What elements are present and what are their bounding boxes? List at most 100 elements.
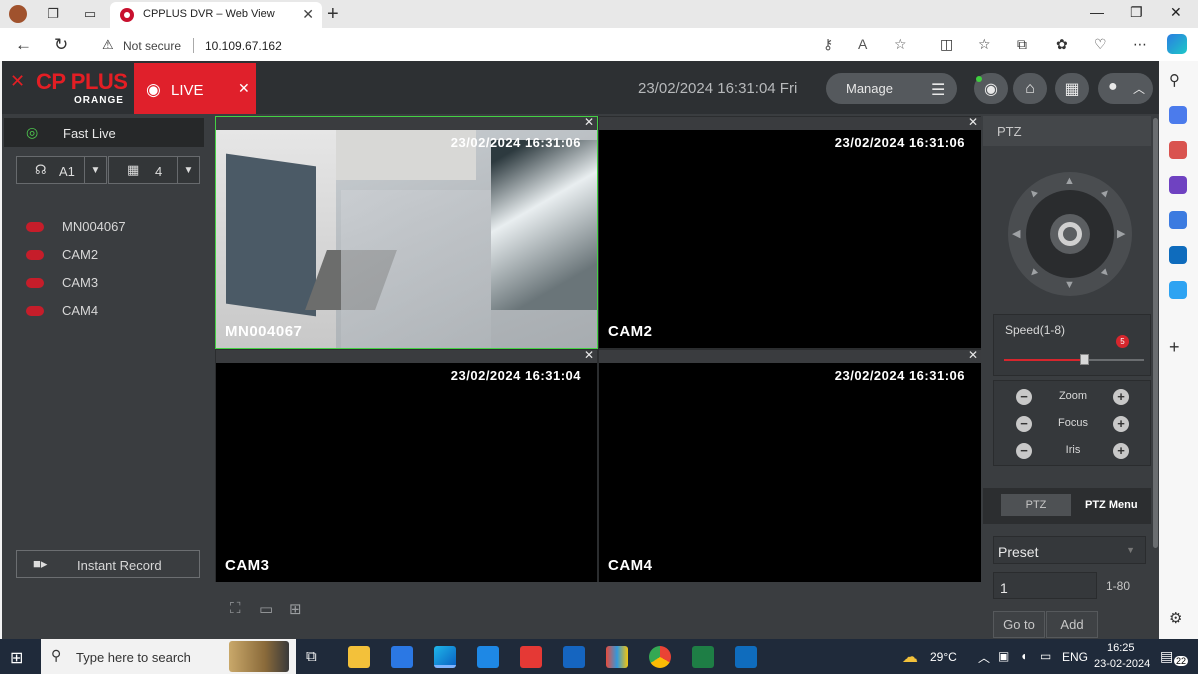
video-cell[interactable]: ✕ 23/02/2024 16:31:06 CAM4 — [599, 348, 981, 582]
weather-temperature[interactable]: 29°C — [930, 650, 957, 664]
fast-live-header[interactable]: ◎ Fast Live — [4, 118, 204, 147]
user-menu-button[interactable]: ● ︿ — [1098, 73, 1153, 104]
video-cell[interactable]: ✕ 23/02/2024 16:31:06 CAM2 — [599, 115, 981, 348]
manage-button[interactable]: Manage ☰ — [826, 73, 957, 104]
back-arrow-icon[interactable]: ← — [15, 35, 32, 55]
outlook-taskbar-icon[interactable] — [735, 646, 757, 668]
network-icon[interactable]: ▣ — [998, 649, 1009, 663]
clock-time[interactable]: 16:25 — [1107, 642, 1135, 654]
camera-list-item[interactable]: MN004067 — [24, 217, 204, 237]
paint-icon[interactable] — [606, 646, 628, 668]
volume-icon[interactable]: ◖ — [1020, 649, 1027, 663]
microsoft365-icon[interactable] — [1169, 211, 1187, 229]
search-icon[interactable]: ⚲ — [1169, 71, 1187, 89]
home-button[interactable]: ⌂ — [1013, 73, 1047, 104]
app-window-icon[interactable] — [563, 646, 585, 668]
tab-actions-icon[interactable]: ▭ — [80, 4, 100, 24]
quad-view-icon[interactable]: ⊞ — [289, 600, 302, 618]
arrow-up-icon[interactable]: ▲ — [1064, 175, 1075, 187]
preset-number-input[interactable]: 1 — [993, 572, 1097, 599]
live-tab[interactable]: ◉ LIVE ✕ — [134, 63, 256, 114]
preset-select[interactable]: Preset ▼ — [993, 536, 1146, 564]
instant-record-button[interactable]: ■▸ Instant Record — [16, 550, 200, 578]
tab-ptz-menu[interactable]: PTZ Menu — [1085, 499, 1138, 511]
favorites-icon[interactable]: ☆ — [978, 36, 991, 53]
notifications-icon[interactable]: ▤ — [1160, 648, 1173, 665]
file-explorer-icon[interactable] — [348, 646, 370, 668]
windows-start-icon[interactable]: ⊞ — [10, 648, 23, 668]
add-preset-button[interactable]: Add — [1046, 611, 1098, 638]
excel-icon[interactable] — [692, 646, 714, 668]
send-icon[interactable] — [1169, 281, 1187, 299]
area-select[interactable]: ☊ A1 ▼ — [16, 156, 107, 184]
minimize-icon[interactable]: — — [1090, 4, 1104, 20]
close-tab-icon[interactable]: ✕ — [302, 6, 314, 23]
qr-button[interactable]: ▦ — [1055, 73, 1089, 104]
clock-date[interactable]: 23-02-2024 — [1094, 658, 1150, 670]
extensions-icon[interactable]: ✿ — [1056, 36, 1068, 53]
arrow-up-left-icon[interactable]: ▲ — [1025, 185, 1041, 201]
new-tab-icon[interactable]: + — [327, 3, 339, 26]
sidebar-settings-icon[interactable]: ⚙ — [1169, 609, 1187, 627]
chevron-down-icon[interactable]: ▼ — [84, 157, 106, 183]
close-cell-icon[interactable]: ✕ — [584, 115, 594, 129]
close-cell-icon[interactable]: ✕ — [968, 115, 978, 129]
collections-icon[interactable]: ⧉ — [1017, 36, 1027, 53]
tab-ptz[interactable]: PTZ — [1001, 494, 1071, 516]
workspaces-icon[interactable]: ❐ — [43, 4, 63, 24]
layout-select[interactable]: ▦ 4 ▼ — [108, 156, 200, 184]
goto-button[interactable]: Go to — [993, 611, 1045, 638]
arrow-up-right-icon[interactable]: ▲ — [1097, 185, 1113, 201]
battery-icon[interactable]: ▭ — [1040, 649, 1051, 663]
key-icon[interactable]: ⚷ — [823, 36, 833, 53]
iris-plus-button[interactable]: + — [1113, 443, 1129, 459]
video-cell[interactable]: ✕ 23/02/2024 16:31:06 MN004067 — [215, 115, 598, 349]
arrow-right-icon[interactable]: ▶ — [1117, 227, 1125, 240]
single-view-icon[interactable]: ▭ — [259, 600, 273, 618]
edge-browser-icon[interactable] — [434, 646, 456, 668]
zoom-in-button[interactable]: + — [1113, 389, 1129, 405]
security-label[interactable]: Not secure — [123, 39, 181, 53]
arrow-left-icon[interactable]: ◀ — [1012, 227, 1020, 240]
camera-list-item[interactable]: CAM3 — [24, 273, 204, 293]
refresh-icon[interactable]: ↻ — [54, 35, 68, 55]
browser-tab[interactable]: CPPLUS DVR – Web View ✕ — [110, 2, 322, 28]
url-text[interactable]: 10.109.67.162 — [205, 39, 282, 53]
mail-icon[interactable] — [477, 646, 499, 668]
window-close-icon[interactable]: ✕ — [1170, 4, 1182, 21]
task-view-icon[interactable]: ⧉ — [306, 648, 317, 665]
omnibox[interactable]: ⚠ Not secure 10.109.67.162 ⚷ A ☆ — [88, 31, 921, 59]
fit-screen-icon[interactable]: ⛶ — [230, 600, 241, 617]
speed-slider-handle[interactable] — [1080, 354, 1089, 365]
close-cell-icon[interactable]: ✕ — [968, 348, 978, 362]
speed-slider-track[interactable] — [1004, 359, 1144, 361]
camera-list-item[interactable]: CAM4 — [24, 301, 204, 321]
split-screen-icon[interactable]: ◫ — [940, 36, 953, 53]
focus-plus-button[interactable]: + — [1113, 416, 1129, 432]
arrow-down-left-icon[interactable]: ▼ — [1025, 265, 1041, 281]
copilot-icon[interactable] — [1167, 34, 1187, 54]
more-options-icon[interactable]: ⋯ — [1133, 36, 1147, 53]
read-aloud-icon[interactable]: A — [858, 36, 867, 52]
outlook-icon[interactable] — [1169, 246, 1187, 264]
shopping-icon[interactable] — [1169, 106, 1187, 124]
taskbar-search[interactable]: ⚲ Type here to search — [41, 639, 296, 674]
profile-avatar-icon[interactable] — [8, 4, 28, 24]
favorite-star-icon[interactable]: ☆ — [894, 36, 907, 53]
store-icon[interactable] — [391, 646, 413, 668]
ptz-scrollbar[interactable] — [1153, 118, 1158, 548]
maximize-icon[interactable]: ❐ — [1130, 4, 1143, 21]
close-live-tab-icon[interactable]: ✕ — [238, 80, 250, 97]
chrome-icon[interactable] — [649, 646, 671, 668]
language-indicator[interactable]: ENG — [1062, 650, 1088, 664]
games-icon[interactable] — [1169, 176, 1187, 194]
arrow-down-right-icon[interactable]: ▼ — [1097, 265, 1113, 281]
tools-icon[interactable] — [1169, 141, 1187, 159]
anydesk-icon[interactable] — [520, 646, 542, 668]
camera-list-item[interactable]: CAM2 — [24, 245, 204, 265]
weather-icon[interactable]: ☁ — [902, 647, 918, 667]
chevron-down-icon[interactable]: ▼ — [177, 157, 199, 183]
add-sidebar-icon[interactable]: + — [1169, 337, 1187, 357]
tray-expand-icon[interactable]: ︿ — [978, 649, 990, 666]
close-cell-icon[interactable]: ✕ — [584, 348, 594, 362]
